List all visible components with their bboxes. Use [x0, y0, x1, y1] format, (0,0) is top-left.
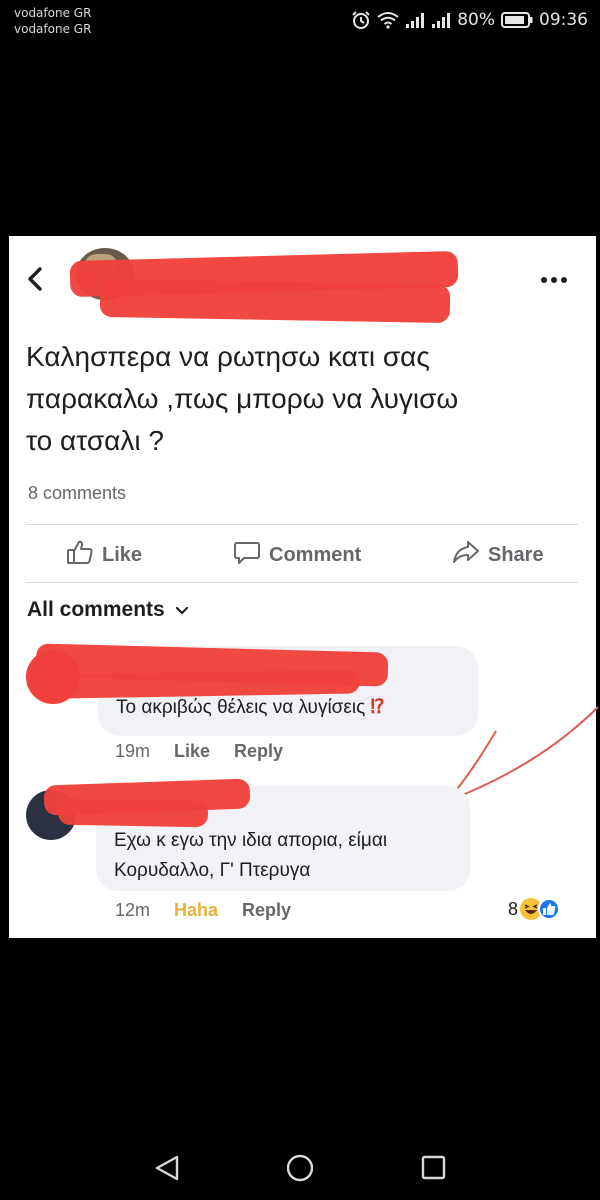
comment-text: Εχω κ εγω την ιδια απορια, είμαι Κορυδαλ…	[114, 826, 387, 886]
comment-reply-button[interactable]: Reply	[234, 741, 283, 762]
battery-icon	[501, 11, 533, 29]
comment-button[interactable]: Comment	[233, 538, 361, 572]
post-text-line: το ατσαλι ?	[26, 425, 164, 456]
battery-percent: 80%	[457, 10, 495, 30]
nav-back-icon[interactable]	[153, 1153, 181, 1188]
alarm-icon	[351, 10, 371, 30]
comment-text-line: Κορυδαλλο, Γ' Πτερυγα	[114, 860, 311, 881]
redaction-mark	[57, 798, 209, 828]
reaction-summary[interactable]: 8	[508, 898, 561, 920]
signal-icon-secondary	[431, 11, 451, 29]
share-label: Share	[488, 543, 544, 566]
comment-haha-button[interactable]: Haha	[174, 900, 218, 921]
share-button[interactable]: Share	[452, 538, 544, 572]
comments-count[interactable]: 8 comments	[28, 483, 126, 504]
navigation-bar	[0, 1140, 600, 1200]
clock: 09:36	[539, 10, 588, 30]
signal-icon	[405, 11, 425, 29]
comments-filter[interactable]: All comments	[27, 598, 189, 622]
comment-like-button[interactable]: Like	[174, 741, 210, 762]
chevron-down-icon	[175, 598, 189, 622]
comment-text-body: Το ακριβώς θέλεις να λυγίσεις	[116, 697, 366, 718]
comment-reply-button[interactable]: Reply	[242, 900, 291, 921]
post-body: Καλησπερα να ρωτησω κατι σας παρακαλω ,π…	[26, 336, 576, 462]
comment-label: Comment	[269, 543, 362, 566]
redaction-mark	[99, 278, 451, 324]
exclamation-question-icon: ⁉	[370, 697, 385, 718]
carrier-label: vodafone GR	[14, 6, 92, 20]
like-icon	[66, 538, 94, 572]
comment-text-line: Εχω κ εγω την ιδια απορια, είμαι	[114, 830, 388, 851]
comment-time: 19m	[115, 741, 151, 761]
carrier-label-secondary: vodafone GR	[14, 22, 92, 36]
share-icon	[452, 538, 480, 572]
comment-text: Το ακριβώς θέλεις να λυγίσεις ⁉	[116, 693, 384, 723]
comment-time: 12m	[115, 900, 151, 920]
reaction-count: 8	[508, 898, 519, 919]
more-icon[interactable]	[541, 277, 567, 283]
comment-meta: 12m Haha Reply	[115, 900, 291, 921]
post-text-line: Καλησπερα να ρωτησω κατι σας	[26, 341, 430, 372]
status-bar: vodafone GR vodafone GR 80% 09:36	[0, 0, 600, 42]
wifi-icon	[377, 11, 399, 29]
divider	[26, 582, 578, 583]
nav-recents-icon[interactable]	[420, 1153, 448, 1188]
divider	[26, 524, 578, 525]
status-icons: 80% 09:36	[351, 9, 588, 31]
like-reaction-icon	[538, 898, 561, 920]
like-button[interactable]: Like	[66, 538, 142, 572]
like-label: Like	[102, 543, 143, 566]
nav-home-icon[interactable]	[284, 1153, 316, 1190]
comments-filter-label: All comments	[27, 598, 165, 621]
back-icon[interactable]	[26, 266, 44, 297]
comment-meta: 19m Like Reply	[115, 741, 283, 762]
post-text-line: παρακαλω ,πως μπορω να λυγισω	[26, 383, 459, 414]
comment-icon	[233, 538, 261, 572]
